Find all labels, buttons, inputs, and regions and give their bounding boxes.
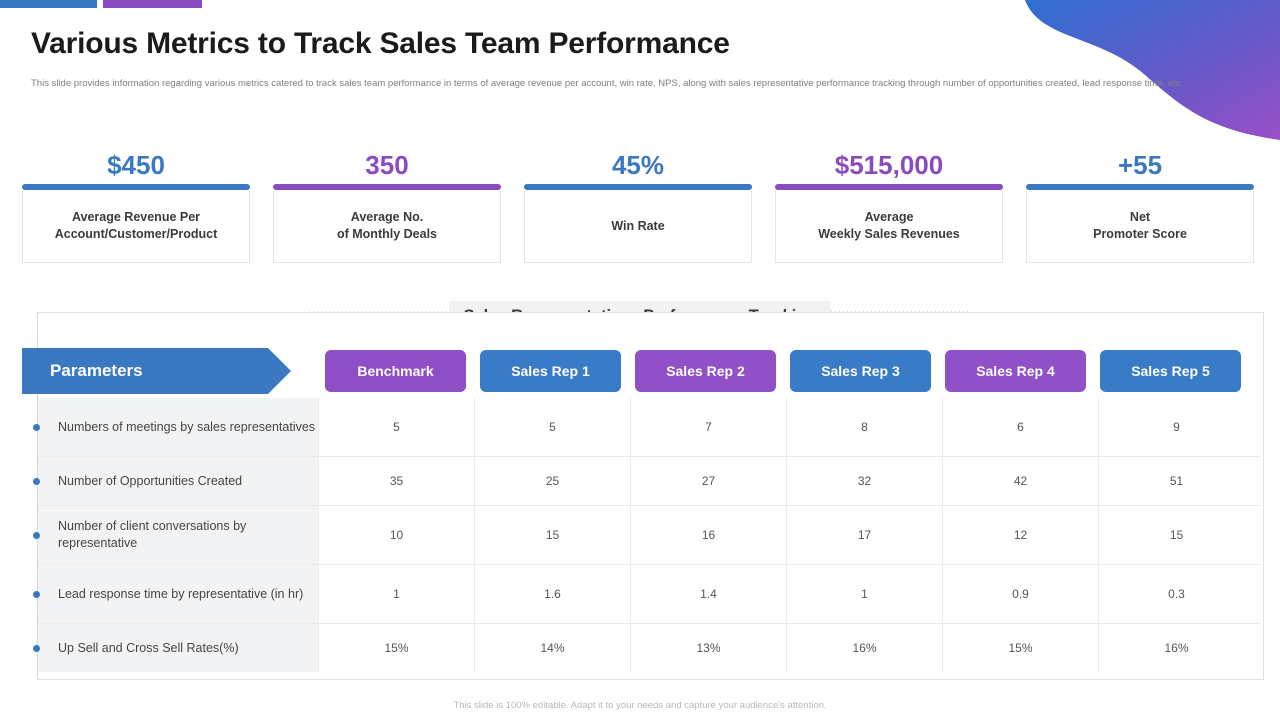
corner-swoosh-decoration	[1025, 0, 1280, 140]
table-cell: 6	[942, 398, 1098, 456]
table-cell: 15	[1098, 506, 1254, 564]
table-cell: 12	[942, 506, 1098, 564]
kpi-card-row: $450 Average Revenue Per Account/Customer…	[0, 146, 1280, 271]
table-header-benchmark[interactable]: Benchmark	[325, 350, 466, 392]
table-cell: 10	[318, 506, 474, 564]
performance-table-body: Numbers of meetings by sales representat…	[32, 398, 1261, 672]
kpi-value: 45%	[611, 150, 665, 180]
column-header-label: Sales Rep 3	[821, 363, 900, 379]
table-row: Up Sell and Cross Sell Rates(%) 15% 14% …	[32, 624, 1261, 672]
table-cell: 1	[786, 565, 942, 623]
column-header-label: Benchmark	[357, 363, 434, 379]
row-bullet-icon	[32, 531, 40, 539]
footer-note: This slide is 100% editable. Adapt it to…	[453, 700, 827, 711]
kpi-value: +55	[1117, 150, 1163, 180]
table-row: Number of client conversations by repres…	[32, 506, 1261, 565]
table-header-parameters-label: Parameters	[50, 361, 143, 380]
parameters-arrow-icon	[268, 348, 291, 394]
kpi-label-box: Net Promoter Score	[1026, 190, 1254, 263]
table-cell: 27	[630, 457, 786, 505]
table-cell: 5	[474, 398, 630, 456]
kpi-label-line1: Net	[1129, 210, 1151, 224]
table-cell: 14%	[474, 624, 630, 672]
table-header-row: Parameters Benchmark Sales Rep 1 Sales R…	[0, 348, 1280, 396]
row-label: Number of client conversations by repres…	[38, 506, 318, 564]
column-header-label: Sales Rep 1	[511, 363, 590, 379]
kpi-card-weekly-revenue: $515,000 Average Weekly Sales Revenues	[775, 146, 1003, 263]
table-cell: 15	[474, 506, 630, 564]
kpi-label-box: Average Revenue Per Account/Customer/Prod…	[22, 190, 250, 263]
kpi-card-nps: +55 Net Promoter Score	[1026, 146, 1254, 263]
table-row: Number of Opportunities Created 35 25 27…	[32, 457, 1261, 506]
table-header-sales-rep-1[interactable]: Sales Rep 1	[480, 350, 621, 392]
row-bullet-icon	[32, 477, 40, 485]
kpi-label-line1: Average	[864, 210, 914, 224]
table-cell: 7	[630, 398, 786, 456]
table-row: Numbers of meetings by sales representat…	[32, 398, 1261, 457]
row-label: Numbers of meetings by sales representat…	[38, 398, 318, 456]
kpi-value: $450	[107, 150, 165, 180]
row-bullet-icon	[32, 644, 40, 652]
kpi-label-box: Average No. of Monthly Deals	[273, 190, 501, 263]
column-header-label: Sales Rep 4	[976, 363, 1055, 379]
table-cell: 0.9	[942, 565, 1098, 623]
table-header-sales-rep-4[interactable]: Sales Rep 4	[945, 350, 1086, 392]
kpi-value: $515,000	[834, 150, 944, 180]
table-cell: 15%	[318, 624, 474, 672]
table-cell: 51	[1098, 457, 1254, 505]
table-cell: 1	[318, 565, 474, 623]
top-accent-bar-blue	[0, 0, 97, 8]
kpi-label-line2: Promoter Score	[1093, 227, 1187, 241]
row-label: Up Sell and Cross Sell Rates(%)	[38, 624, 318, 672]
kpi-label-box: Win Rate	[524, 190, 752, 263]
page-title: Various Metrics to Track Sales Team Perf…	[31, 27, 730, 60]
kpi-card-win-rate: 45% Win Rate	[524, 146, 752, 263]
row-label: Number of Opportunities Created	[38, 457, 318, 505]
table-cell: 0.3	[1098, 565, 1254, 623]
table-cell: 17	[786, 506, 942, 564]
table-cell: 16	[630, 506, 786, 564]
column-header-label: Sales Rep 2	[666, 363, 745, 379]
row-bullet-icon	[32, 423, 40, 431]
kpi-label-line2: of Monthly Deals	[336, 227, 437, 241]
table-cell: 32	[786, 457, 942, 505]
table-header-parameters: Parameters	[22, 348, 268, 394]
table-cell: 16%	[1098, 624, 1254, 672]
table-row: Lead response time by representative (in…	[32, 565, 1261, 624]
top-accent-bar-purple	[103, 0, 202, 8]
kpi-label-line2: Account/Customer/Product	[54, 227, 218, 241]
row-bullet-icon	[32, 590, 40, 598]
table-cell: 5	[318, 398, 474, 456]
kpi-card-monthly-deals: 350 Average No. of Monthly Deals	[273, 146, 501, 263]
table-header-sales-rep-3[interactable]: Sales Rep 3	[790, 350, 931, 392]
kpi-label-line2: Weekly Sales Revenues	[818, 227, 960, 241]
kpi-label-line1: Win Rate	[611, 218, 665, 233]
table-header-sales-rep-2[interactable]: Sales Rep 2	[635, 350, 776, 392]
kpi-card-avg-revenue: $450 Average Revenue Per Account/Customer…	[22, 146, 250, 263]
table-cell: 1.4	[630, 565, 786, 623]
table-cell: 15%	[942, 624, 1098, 672]
table-cell: 25	[474, 457, 630, 505]
table-header-sales-rep-5[interactable]: Sales Rep 5	[1100, 350, 1241, 392]
kpi-label-line1: Average Revenue Per	[71, 210, 201, 224]
table-cell: 8	[786, 398, 942, 456]
kpi-value: 350	[365, 150, 409, 180]
table-cell: 35	[318, 457, 474, 505]
row-label: Lead response time by representative (in…	[38, 565, 318, 623]
column-header-label: Sales Rep 5	[1131, 363, 1210, 379]
table-cell: 16%	[786, 624, 942, 672]
table-cell: 13%	[630, 624, 786, 672]
table-cell: 42	[942, 457, 1098, 505]
page-subtitle: This slide provides information regardin…	[31, 78, 1184, 89]
kpi-label-box: Average Weekly Sales Revenues	[775, 190, 1003, 263]
table-cell: 9	[1098, 398, 1254, 456]
table-cell: 1.6	[474, 565, 630, 623]
kpi-label-line1: Average No.	[350, 210, 424, 224]
